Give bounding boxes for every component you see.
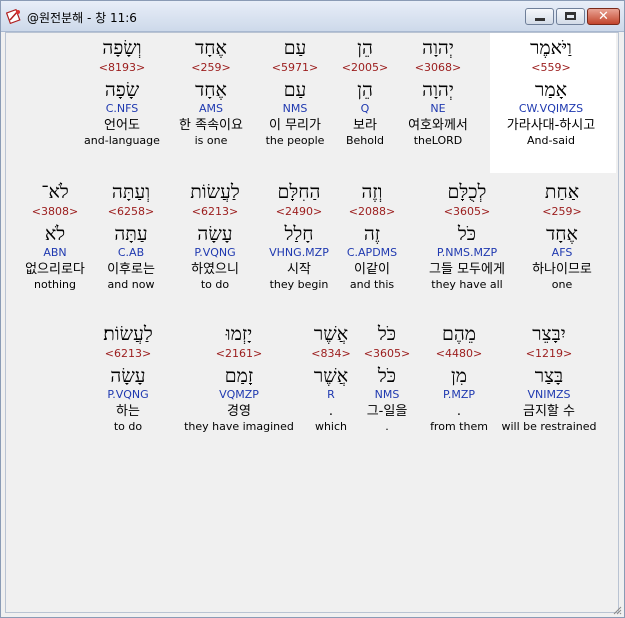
strong-number[interactable]: <6213> [63, 347, 193, 361]
app-bible-icon [6, 8, 21, 24]
lemma-word[interactable]: אָמַר [486, 79, 616, 102]
hebrew-word[interactable]: יָזְמוּ [174, 323, 304, 346]
close-button[interactable]: ✕ [587, 8, 620, 25]
hebrew-word[interactable]: וְשָׂפָה [57, 37, 187, 60]
english-gloss: they have imagined [184, 420, 294, 433]
maximize-icon [565, 12, 576, 20]
word-cell[interactable]: יָזְמוּ <2161> זָמַם VQMZP 경영 they have imagi… [174, 323, 304, 434]
english-gloss: And-said [527, 134, 575, 147]
window-title: @원전분해 - 창 11:6 [27, 11, 137, 25]
close-icon: ✕ [598, 9, 609, 24]
parse-code: VQMZP [219, 388, 259, 401]
strong-number[interactable]: <559> [486, 61, 616, 75]
parse-code: CW.VQIMZS [518, 102, 584, 115]
strong-number[interactable]: <8193> [57, 61, 187, 75]
parse-code: ABN [43, 246, 67, 259]
lemma-word[interactable]: זָמַם [174, 365, 304, 388]
hebrew-word[interactable]: לַעֲשׂוֹת׃ [63, 323, 193, 346]
parse-code: C.NFS [105, 102, 139, 115]
korean-gloss: 가라사대-하시고 [506, 118, 596, 133]
english-gloss: to do [113, 420, 143, 433]
lemma-word[interactable]: שָׂפָה [57, 79, 187, 102]
strong-number[interactable]: <2161> [174, 347, 304, 361]
minimize-button[interactable] [525, 8, 554, 25]
word-cell[interactable]: לֹא־ <3808> לֹא ABN 없으리로다 nothing [0, 181, 120, 292]
minimize-icon [535, 18, 545, 21]
word-cell[interactable]: לַעֲשׂוֹת׃ <6213> עָשָׂה P.VQNG 하는 to do [63, 323, 193, 434]
korean-gloss: 없으리로다 [25, 262, 85, 277]
korean-gloss: 언어도 [104, 118, 140, 133]
english-gloss: and-language [84, 134, 160, 147]
title-bar[interactable]: @원전분해 - 창 11:6 ✕ [1, 1, 624, 32]
maximize-button[interactable] [556, 8, 585, 25]
english-gloss: nothing [34, 278, 76, 291]
parse-code: P.VQNG [107, 388, 149, 401]
lemma-word[interactable]: עָשָׂה [63, 365, 193, 388]
word-cell[interactable]: וְשָׂפָה <8193> שָׂפָה C.NFS 언어도 and-language [57, 37, 187, 148]
analysis-panel: וַיֹּאמֶר <559> אָמַר CW.VQIMZS 가라사대-하시고 And-… [5, 32, 619, 613]
app-window: @원전분해 - 창 11:6 ✕ וַיֹּאמֶר <559> אָמַר CW.V… [0, 0, 625, 618]
lemma-word[interactable]: לֹא [0, 223, 120, 246]
korean-gloss: 하는 [116, 404, 140, 419]
strong-number[interactable]: <3808> [0, 205, 120, 219]
word-cell[interactable]: וַיֹּאמֶר <559> אָמַר CW.VQIMZS 가라사대-하시고 And-… [486, 37, 616, 148]
resize-grip-icon[interactable] [612, 605, 622, 615]
hebrew-word[interactable]: לֹא־ [0, 181, 120, 204]
korean-gloss: 경영 [227, 404, 251, 419]
hebrew-word[interactable]: וַיֹּאמֶר [486, 37, 616, 60]
